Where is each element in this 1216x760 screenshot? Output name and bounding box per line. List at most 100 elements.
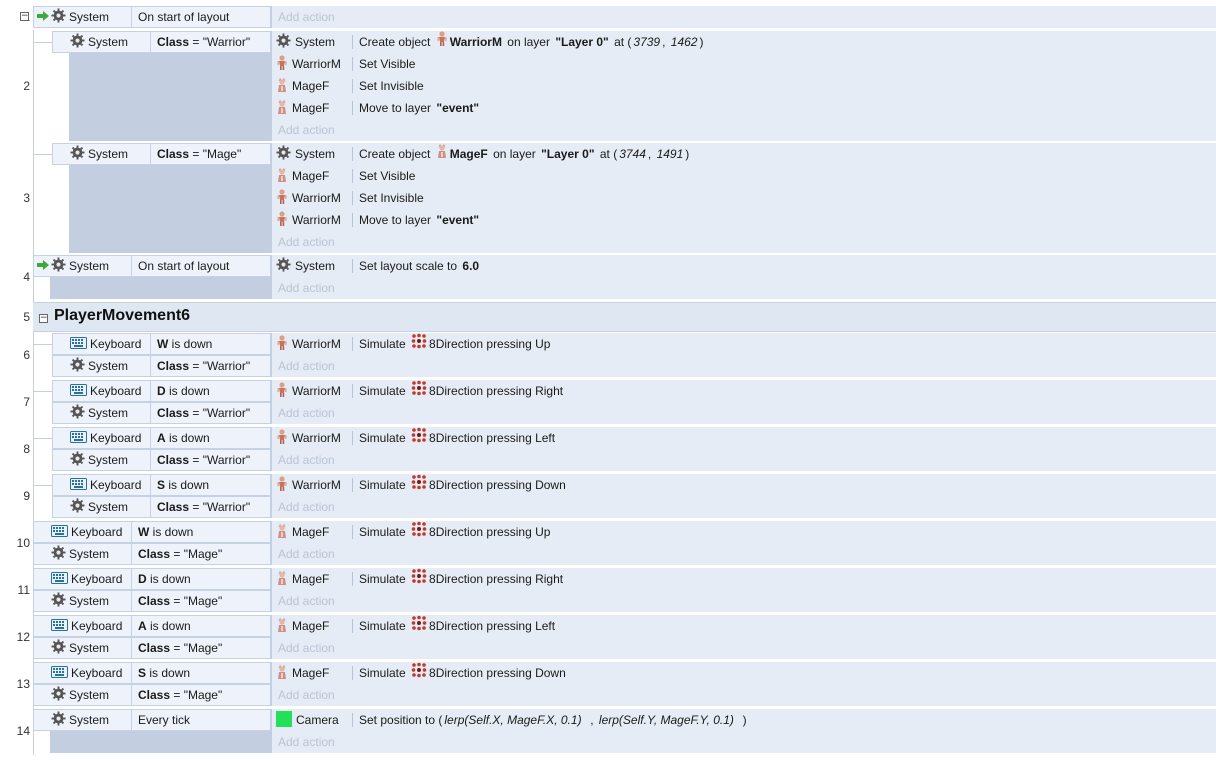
action-text: Simulate 8Direction pressing Right — [359, 380, 563, 402]
condition-value: = "Warrior" — [189, 35, 251, 49]
condition-object-name: System — [69, 594, 110, 608]
add-action-link[interactable]: Add action — [278, 6, 335, 28]
add-action-link[interactable]: Add action — [278, 590, 335, 612]
action-row[interactable]: WarriorM Simulate 8Direction pressing Lef… — [272, 427, 1216, 449]
condition-object: System — [51, 256, 109, 276]
condition-row[interactable]: Keyboard S is down — [33, 662, 271, 684]
action-row[interactable]: System Create object MageF on layer "Laye… — [272, 143, 1216, 165]
action-row[interactable]: MageF Move to layer "event" — [272, 97, 1216, 119]
condition-value: = "Mage" — [170, 688, 223, 702]
condition-row[interactable]: Keyboard A is down — [52, 427, 271, 449]
mage-sprite-icon — [276, 167, 288, 186]
condition-row[interactable]: System Class = "Mage" — [33, 637, 271, 659]
action-param-bold: "Layer 0" — [555, 35, 609, 49]
warrior-sprite-icon — [276, 210, 288, 230]
action-object: System — [276, 143, 335, 165]
action-row[interactable]: WarriorM Simulate 8Direction pressing Up — [272, 333, 1216, 355]
condition-row[interactable]: System Every tick — [33, 709, 271, 731]
column-divider — [352, 79, 353, 93]
gear-icon — [51, 8, 66, 26]
condition-object-name: Keyboard — [71, 666, 123, 680]
condition-row[interactable]: System Class = "Warrior" — [52, 402, 271, 424]
event-number: 14 — [16, 724, 30, 738]
add-action-link[interactable]: Add action — [278, 449, 335, 471]
add-action-link[interactable]: Add action — [278, 355, 335, 377]
condition-text: On start of layout — [138, 259, 230, 273]
condition-row[interactable]: Keyboard D is down — [52, 380, 271, 402]
add-action-link[interactable]: Add action — [278, 731, 335, 753]
condition-row[interactable]: System Class = "Warrior" — [52, 449, 271, 471]
condition-row[interactable]: Keyboard D is down — [33, 568, 271, 590]
action-row[interactable]: MageF Set Visible — [272, 165, 1216, 187]
add-action-link[interactable]: Add action — [278, 543, 335, 565]
condition-text: S is down — [157, 475, 209, 495]
event-collapse-toggle[interactable]: − — [20, 12, 29, 21]
warrior-sprite-icon — [276, 428, 288, 448]
action-row[interactable]: MageF Set Invisible — [272, 75, 1216, 97]
condition-row[interactable]: Keyboard W is down — [33, 521, 271, 543]
condition-row[interactable]: System Class = "Mage" — [33, 543, 271, 565]
action-row[interactable]: WarriorM Move to layer "event" — [272, 209, 1216, 231]
condition-value: is down — [165, 384, 210, 398]
condition-row[interactable]: Keyboard S is down — [52, 474, 271, 496]
action-object: WarriorM — [276, 53, 341, 75]
action-text-part: at ( — [610, 35, 632, 49]
condition-text: S is down — [138, 663, 190, 683]
condition-text: Class = "Warrior" — [157, 497, 250, 517]
add-action-link[interactable]: Add action — [278, 684, 335, 706]
add-action-link[interactable]: Add action — [278, 119, 335, 141]
action-row[interactable]: WarriorM Set Invisible — [272, 187, 1216, 209]
action-text: Simulate 8Direction pressing Left — [359, 427, 555, 449]
action-row[interactable]: MageF Simulate 8Direction pressing Right — [272, 568, 1216, 590]
condition-text: Class = "Warrior" — [157, 356, 250, 376]
action-row[interactable]: MageF Simulate 8Direction pressing Left — [272, 615, 1216, 637]
condition-row[interactable]: System On start of layout — [33, 255, 271, 277]
add-action-link[interactable]: Add action — [278, 402, 335, 424]
condition-row[interactable]: System Class = "Warrior" — [52, 31, 271, 53]
condition-row[interactable]: System Class = "Mage" — [33, 684, 271, 706]
condition-row[interactable]: System On start of layout — [33, 6, 271, 28]
action-text-part: Create object — [359, 35, 434, 49]
condition-row[interactable]: System Class = "Mage" — [52, 143, 271, 165]
condition-keyword: Class — [157, 406, 190, 420]
action-text: Simulate 8Direction pressing Up — [359, 333, 550, 355]
action-text-part: Simulate — [359, 384, 410, 398]
condition-object: System — [51, 638, 109, 658]
action-row[interactable]: System Set layout scale to 6.0 — [272, 255, 1216, 277]
condition-text: Class = "Mage" — [157, 144, 241, 164]
condition-row[interactable]: System Class = "Mage" — [33, 590, 271, 612]
tree-connector — [34, 438, 52, 439]
action-row[interactable]: WarriorM Set Visible — [272, 53, 1216, 75]
condition-row[interactable]: System Class = "Warrior" — [52, 355, 271, 377]
condition-keyword: W — [157, 337, 169, 351]
column-divider — [150, 144, 151, 164]
action-row[interactable]: WarriorM Simulate 8Direction pressing Rig… — [272, 380, 1216, 402]
action-row[interactable]: Camera Set position to (lerp(Self.X, Mage… — [272, 709, 1216, 731]
condition-object: Keyboard — [70, 381, 141, 401]
add-action-link[interactable]: Add action — [278, 231, 335, 253]
condition-value: = "Warrior" — [189, 453, 251, 467]
action-row[interactable]: MageF Simulate 8Direction pressing Down — [272, 662, 1216, 684]
condition-object: System — [51, 591, 109, 611]
column-divider — [352, 384, 353, 398]
condition-object: System — [51, 7, 109, 27]
condition-object: Keyboard — [51, 663, 122, 683]
action-row[interactable]: WarriorM Simulate 8Direction pressing Dow… — [272, 474, 1216, 496]
add-action-link[interactable]: Add action — [278, 637, 335, 659]
condition-keyword: Class — [157, 147, 190, 161]
add-action-link[interactable]: Add action — [278, 277, 335, 299]
action-row[interactable]: MageF Simulate 8Direction pressing Up — [272, 521, 1216, 543]
action-text-part: 8Direction pressing Right — [429, 384, 564, 398]
action-text-part: Set position to ( — [359, 713, 443, 727]
add-action-link[interactable]: Add action — [278, 496, 335, 518]
condition-row[interactable]: Keyboard W is down — [52, 333, 271, 355]
group-collapse-toggle[interactable]: − — [39, 314, 48, 323]
action-text: Simulate 8Direction pressing Down — [359, 662, 566, 684]
action-text-part: 8Direction pressing Down — [429, 478, 566, 492]
trigger-arrow — [36, 7, 50, 27]
condition-object: System — [51, 544, 109, 564]
condition-row[interactable]: System Class = "Warrior" — [52, 496, 271, 518]
condition-row[interactable]: Keyboard A is down — [33, 615, 271, 637]
action-text-part: , — [583, 713, 597, 727]
action-row[interactable]: System Create object WarriorM on layer "L… — [272, 30, 1216, 53]
